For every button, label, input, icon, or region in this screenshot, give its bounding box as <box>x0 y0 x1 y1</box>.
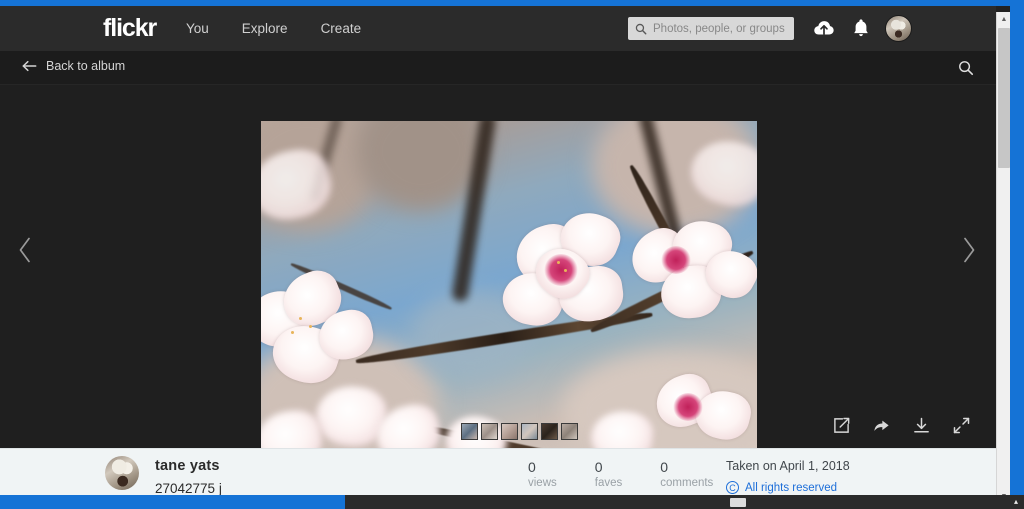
next-photo-button[interactable] <box>956 230 982 270</box>
scroll-up-arrow[interactable]: ▲ <box>997 12 1010 26</box>
taken-on-date: Taken on April 1, 2018 <box>726 459 850 473</box>
global-search-box[interactable] <box>628 17 794 40</box>
chevron-right-icon <box>964 237 975 263</box>
pencil-square-icon[interactable] <box>833 417 850 434</box>
avatar[interactable] <box>105 456 139 490</box>
back-to-album-link[interactable]: Back to album <box>22 59 125 73</box>
photo-owner-block: tane yats 27042775 j <box>105 456 222 496</box>
copyright-icon: C <box>726 481 739 494</box>
stat-faves: 0 faves <box>595 459 623 489</box>
sub-navigation-bar: Back to album <box>0 51 996 85</box>
blossom-center <box>673 393 703 421</box>
stat-comments-label: comments <box>660 477 714 489</box>
page-title: 27042775 j <box>155 481 222 496</box>
stat-views-value: 0 <box>528 459 536 475</box>
photo-action-bar <box>833 417 970 434</box>
thumbnail-2[interactable] <box>481 423 498 440</box>
search-icon[interactable] <box>958 60 974 76</box>
stat-comments: 0 comments <box>660 459 713 489</box>
blossom-center <box>544 254 578 286</box>
download-icon[interactable] <box>913 417 930 434</box>
photo-stage <box>0 85 996 450</box>
vertical-scrollbar[interactable]: ▲ ▼ <box>996 12 1010 497</box>
flickr-logo[interactable]: flickr <box>103 14 157 43</box>
avatar[interactable] <box>885 15 912 42</box>
stat-views-label: views <box>528 477 557 489</box>
main-photo[interactable] <box>261 121 757 450</box>
nav-link-explore[interactable]: Explore <box>242 21 288 36</box>
photo-metadata: Taken on April 1, 2018 C All rights rese… <box>726 459 850 494</box>
stat-faves-label: faves <box>594 477 623 489</box>
primary-nav-links: You Explore Create <box>186 21 361 36</box>
back-to-album-label: Back to album <box>46 59 126 73</box>
thumbnail-5[interactable] <box>541 423 558 440</box>
global-navigation-bar: flickr You Explore Create <box>0 6 996 51</box>
thumbnail-6[interactable] <box>561 423 578 440</box>
previous-photo-button[interactable] <box>12 230 38 270</box>
owner-text-block: tane yats 27042775 j <box>155 456 222 496</box>
desktop: flickr You Explore Create Photos, people… <box>0 0 1024 509</box>
rights-row[interactable]: C All rights reserved <box>726 481 850 494</box>
caret-up-icon[interactable]: ▴ <box>1014 497 1018 506</box>
thumbnail-4[interactable] <box>521 423 538 440</box>
thumbnail-3[interactable] <box>501 423 518 440</box>
photo-stats: 0 views 0 faves 0 comments <box>528 459 713 489</box>
rights-label[interactable]: All rights reserved <box>745 482 837 494</box>
taskbar-app-icon <box>730 498 746 507</box>
bell-icon[interactable] <box>853 18 869 38</box>
nav-link-you[interactable]: You <box>186 21 209 36</box>
nav-link-create[interactable]: Create <box>321 21 362 36</box>
scrollbar-thumb[interactable] <box>998 28 1010 168</box>
stamen <box>564 269 567 272</box>
browser-window: flickr You Explore Create Photos, people… <box>0 0 1010 497</box>
stat-faves-value: 0 <box>594 459 603 475</box>
blossom-center <box>661 246 691 274</box>
stamen <box>299 317 302 320</box>
stat-comments-value: 0 <box>660 459 669 475</box>
search-icon <box>635 23 647 34</box>
arrow-left-icon <box>22 60 37 72</box>
photo-info-bar: tane yats 27042775 j 0 views 0 faves 0 c… <box>0 448 996 497</box>
flickr-photo-page: flickr You Explore Create Photos, people… <box>0 6 996 497</box>
owner-name[interactable]: tane yats <box>155 458 222 474</box>
taskbar: ▴ <box>0 495 1024 509</box>
search-input[interactable] <box>653 22 791 35</box>
cloud-upload-icon[interactable] <box>813 19 835 37</box>
stamen <box>291 331 294 334</box>
share-arrow-icon[interactable] <box>873 417 890 434</box>
expand-icon[interactable] <box>953 417 970 434</box>
stamen <box>309 325 312 328</box>
chevron-left-icon <box>19 237 30 263</box>
thumbnail-1[interactable] <box>461 423 478 440</box>
stamen <box>557 261 560 264</box>
taskbar-window-item[interactable]: ▴ <box>345 495 1024 509</box>
thumbnail-filmstrip <box>461 423 578 440</box>
stat-views: 0 views <box>528 459 557 489</box>
